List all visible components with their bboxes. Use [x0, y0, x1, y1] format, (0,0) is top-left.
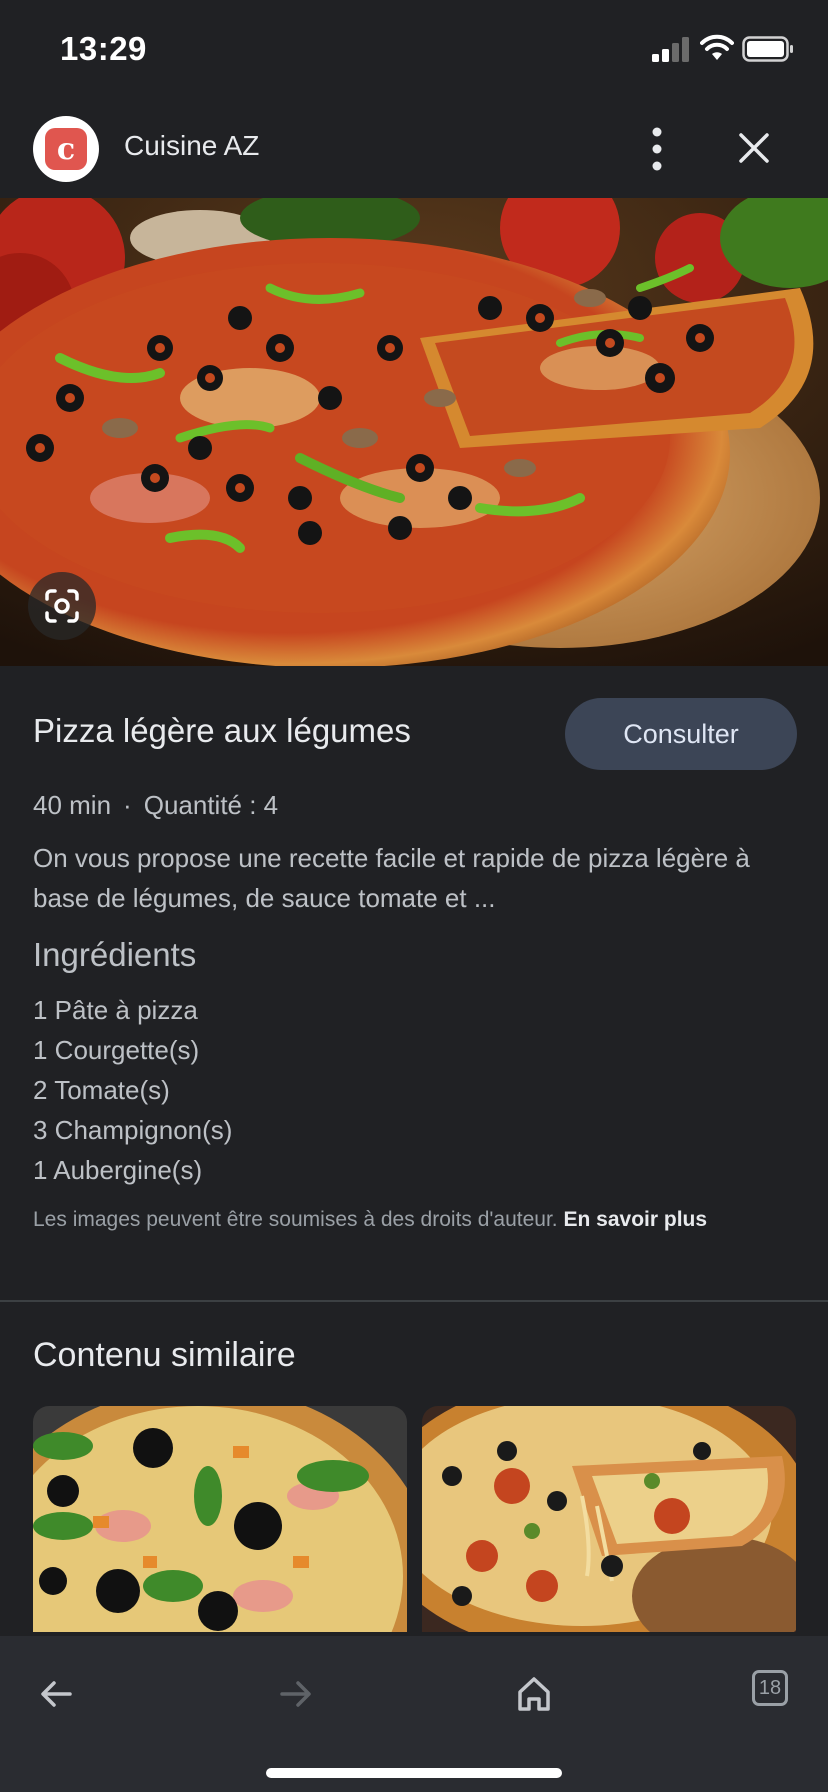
ingredient-item: 1 Aubergine(s) — [33, 1155, 203, 1185]
home-icon[interactable] — [514, 1674, 554, 1714]
wifi-icon — [700, 34, 734, 60]
google-lens-button[interactable] — [28, 572, 96, 640]
recipe-quantity: Quantité : 4 — [143, 790, 279, 820]
meta-separator: · — [123, 790, 132, 820]
section-divider — [0, 1300, 828, 1302]
battery-icon — [742, 36, 793, 62]
tab-count: 18 — [758, 1676, 782, 1699]
recipe-title: Pizza légère aux légumes — [33, 712, 411, 749]
ingredients-heading: Ingrédients — [33, 936, 197, 973]
cellular-signal-icon — [652, 37, 689, 62]
tabs-button[interactable]: 18 — [752, 1670, 788, 1706]
status-bar: 13:29 — [0, 0, 828, 100]
close-icon[interactable] — [732, 126, 776, 170]
site-logo[interactable]: c — [33, 116, 99, 182]
status-time: 13:29 — [60, 30, 147, 67]
forward-icon[interactable] — [276, 1674, 316, 1714]
ingredient-item: 2 Tomate(s) — [33, 1075, 170, 1105]
ingredient-item: 3 Champignon(s) — [33, 1115, 233, 1145]
ingredients-list: 1 Pâte à pizza 1 Courgette(s) 2 Tomate(s… — [33, 990, 232, 1190]
lens-icon — [45, 589, 79, 623]
similar-content-heading: Contenu similaire — [33, 1336, 296, 1374]
back-icon[interactable] — [36, 1674, 76, 1714]
site-name[interactable]: Cuisine AZ — [124, 130, 259, 162]
more-vert-icon[interactable] — [640, 122, 674, 176]
recipe-meta: 40 min · Quantité : 4 — [33, 790, 278, 821]
similar-image-2[interactable] — [422, 1406, 796, 1632]
copyright-text: Les images peuvent être soumises à des d… — [33, 1208, 564, 1231]
ingredient-item: 1 Courgette(s) — [33, 1035, 200, 1065]
similar-image-1[interactable] — [33, 1406, 407, 1632]
site-logo-mark: c — [45, 128, 87, 170]
recipe-hero-image[interactable] — [0, 198, 828, 666]
consult-button[interactable]: Consulter — [565, 698, 797, 770]
home-indicator[interactable] — [266, 1768, 562, 1778]
source-header: c Cuisine AZ — [0, 100, 828, 198]
ingredient-item: 1 Pâte à pizza — [33, 995, 198, 1025]
copyright-notice: Les images peuvent être soumises à des d… — [33, 1204, 793, 1236]
recipe-description: On vous propose une recette facile et ra… — [33, 843, 750, 913]
recipe-duration: 40 min — [33, 790, 112, 820]
learn-more-link[interactable]: En savoir plus — [563, 1208, 707, 1231]
